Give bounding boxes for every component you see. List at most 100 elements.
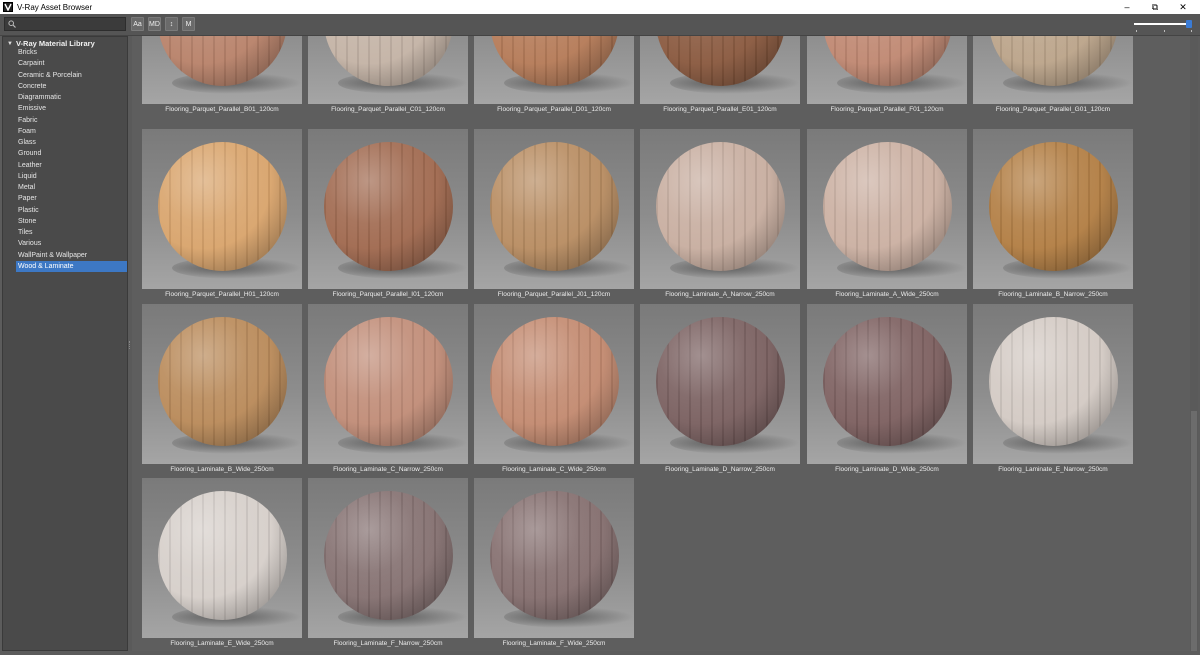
material-sphere [989,317,1118,446]
sidebar-item-ground[interactable]: Ground [16,148,127,159]
slider-tick [1191,30,1192,32]
material-label: Flooring_Laminate_F_Wide_250cm [502,640,606,647]
slider-thumb[interactable] [1186,20,1192,28]
sort-md-button[interactable]: MD [148,17,161,31]
material-grid: Flooring_Parquet_Parallel_B01_120cm Floor… [132,36,1190,651]
material-preview-image[interactable] [807,304,967,464]
material-label: Flooring_Laminate_C_Narrow_250cm [333,466,443,473]
material-label: Flooring_Laminate_B_Wide_250cm [170,466,274,473]
material-label: Flooring_Laminate_B_Narrow_250cm [998,291,1108,298]
material-sphere [158,142,287,271]
material-label: Flooring_Laminate_E_Narrow_250cm [998,466,1108,473]
material-preview-image[interactable] [973,36,1133,104]
expand-triangle-icon[interactable]: ▼ [7,41,13,47]
material-label: Flooring_Parquet_Parallel_B01_120cm [165,106,279,113]
material-label: Flooring_Parquet_Parallel_H01_120cm [165,291,279,298]
sidebar-item-diagrammatic[interactable]: Diagrammatic [16,92,127,103]
material-sphere [158,491,287,620]
sidebar-item-bricks[interactable]: Bricks [16,47,127,58]
material-preview-image[interactable] [142,304,302,464]
sidebar-item-leather[interactable]: Leather [16,160,127,171]
material-preview-image[interactable] [474,36,634,104]
material-preview-image[interactable] [142,478,302,638]
vray-logo-icon [3,2,13,12]
material-preview-image[interactable] [807,129,967,289]
material-preview-image[interactable] [308,304,468,464]
sidebar-item-tiles[interactable]: Tiles [16,227,127,238]
material-preview-image[interactable] [308,478,468,638]
material-preview-image[interactable] [474,129,634,289]
sidebar-item-wood-laminate[interactable]: Wood & Laminate [16,260,127,272]
material-sphere [158,317,287,446]
sidebar-item-ceramic-porcelain[interactable]: Ceramic & Porcelain [16,70,127,81]
sort-order-button[interactable]: ↕ [165,17,178,31]
material-sphere [656,317,785,446]
material-label: Flooring_Laminate_A_Narrow_250cm [665,291,775,298]
material-sphere [324,491,453,620]
material-sphere [490,142,619,271]
restore-icon: ⧉ [1151,1,1159,12]
material-preview-image[interactable] [807,36,967,104]
sidebar-item-concrete[interactable]: Concrete [16,81,127,92]
material-sphere [656,142,785,271]
material-label: Flooring_Laminate_A_Wide_250cm [835,291,939,298]
scrollbar-thumb[interactable] [1191,411,1197,651]
material-label: Flooring_Laminate_E_Wide_250cm [170,640,274,647]
sidebar-item-various[interactable]: Various [16,238,127,249]
sidebar-item-foam[interactable]: Foam [16,126,127,137]
window-title: V-Ray Asset Browser [17,2,93,12]
material-label: Flooring_Parquet_Parallel_G01_120cm [995,106,1111,113]
material-label: Flooring_Parquet_Parallel_F01_120cm [830,106,944,113]
material-preview-image[interactable] [640,36,800,104]
material-label: Flooring_Laminate_D_Wide_250cm [835,466,939,473]
material-label: Flooring_Laminate_D_Narrow_250cm [665,466,775,473]
material-preview-image[interactable] [973,129,1133,289]
sidebar-item-stone[interactable]: Stone [16,216,127,227]
sidebar-item-paper[interactable]: Paper [16,193,127,204]
thumbnail-size-slider[interactable] [1134,18,1194,32]
material-preview-image[interactable] [640,304,800,464]
material-preview-image[interactable] [142,129,302,289]
search-box[interactable] [4,17,126,31]
sort-alpha-button[interactable]: Aa [131,17,144,31]
sidebar-item-fabric[interactable]: Fabric [16,115,127,126]
material-sphere [324,142,453,271]
close-button[interactable]: ✕ [1166,0,1200,14]
material-preview-image[interactable] [308,36,468,104]
material-preview-image[interactable] [474,304,634,464]
material-preview-image[interactable] [308,129,468,289]
material-label: Flooring_Parquet_Parallel_E01_120cm [663,106,777,113]
toolbar: Aa MD ↕ M [0,14,1200,36]
mode-button[interactable]: M [182,17,195,31]
material-preview-image[interactable] [640,129,800,289]
slider-tick [1136,30,1137,32]
minimize-icon: – [1124,2,1130,12]
material-sphere [989,142,1118,271]
material-label: Flooring_Laminate_C_Wide_250cm [502,466,606,473]
sidebar-item-plastic[interactable]: Plastic [16,205,127,216]
material-sphere [490,317,619,446]
slider-tick [1164,30,1165,32]
material-preview-image[interactable] [973,304,1133,464]
sidebar-item-wallpaint-wallpaper[interactable]: WallPaint & Wallpaper [16,250,127,261]
category-tree: ▼ V-Ray Material Library Bricks Carpaint C… [2,36,128,651]
material-sphere [823,142,952,271]
material-label: Flooring_Parquet_Parallel_I01_120cm [332,291,444,298]
material-sphere [490,491,619,620]
splitter-grip[interactable] [129,341,131,349]
grid-scrollbar[interactable] [1190,36,1198,651]
material-preview-image[interactable] [474,478,634,638]
material-label: Flooring_Laminate_F_Narrow_250cm [333,640,443,647]
sidebar-item-carpaint[interactable]: Carpaint [16,58,127,69]
material-sphere [324,317,453,446]
material-label: Flooring_Parquet_Parallel_C01_120cm [331,106,445,113]
material-preview-image[interactable] [142,36,302,104]
sidebar-item-emissive[interactable]: Emissive [16,103,127,114]
sidebar-item-liquid[interactable]: Liquid [16,171,127,182]
search-input[interactable] [19,19,123,30]
sidebar-item-glass[interactable]: Glass [16,137,127,148]
slider-track [1134,23,1192,25]
sidebar-item-metal[interactable]: Metal [16,182,127,193]
title-bar: V-Ray Asset Browser – ⧉ ✕ [0,0,1200,14]
material-label: Flooring_Parquet_Parallel_J01_120cm [497,291,611,298]
